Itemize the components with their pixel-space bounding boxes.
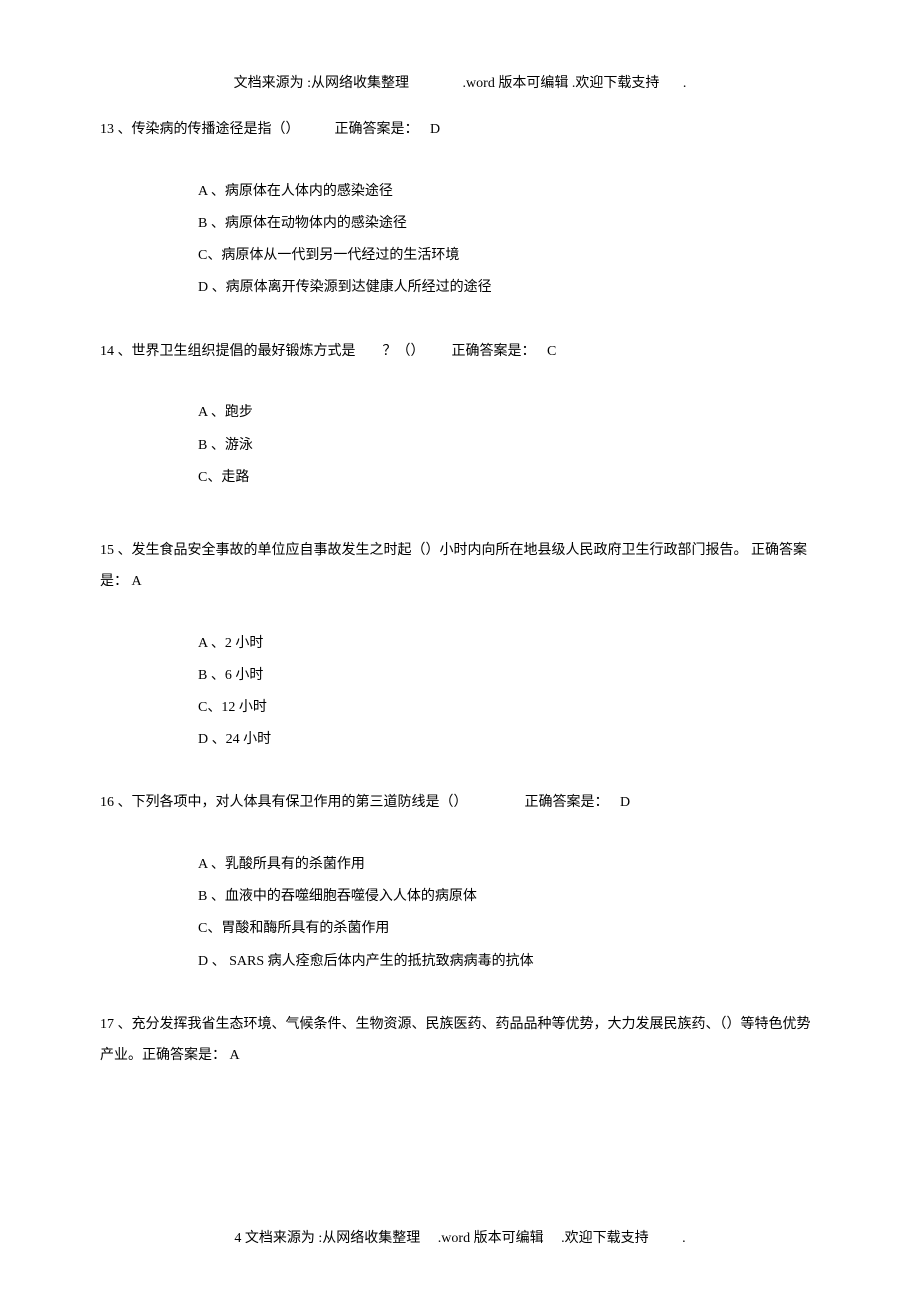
option-b: B 、血液中的吞噬细胞吞噬侵入人体的病原体 — [198, 881, 820, 913]
question-text: 16 、下列各项中，对人体具有保卫作用的第三道防线是（） 正确答案是： D — [100, 788, 820, 819]
footer-source: 文档来源为 :从网络收集整理 — [245, 1231, 420, 1246]
header-source: 文档来源为 :从网络收集整理 — [234, 72, 409, 92]
option-c: C、胃酸和酶所具有的杀菌作用 — [198, 913, 820, 945]
question-number: 16 — [100, 795, 114, 810]
document-content: 13 、传染病的传播途径是指（） 正确答案是： D A 、病原体在人体内的感染途… — [100, 115, 820, 1071]
question-number: 13 — [100, 122, 114, 137]
footer-download: .欢迎下载支持 — [561, 1231, 649, 1246]
options-list: A 、跑步 B 、游泳 C、走路 — [100, 397, 820, 494]
header-word-note: .word 版本可编辑 .欢迎下载支持 — [463, 72, 660, 92]
header-dot: . — [683, 76, 687, 91]
question-body: 、传染病的传播途径是指（） — [118, 122, 300, 137]
answer-label: 正确答案是： — [335, 122, 419, 137]
question-15: 15 、发生食品安全事故的单位应自事故发生之时起（）小时内向所在地县级人民政府卫… — [100, 536, 820, 756]
answer-value: A — [230, 1048, 240, 1063]
question-text: 15 、发生食品安全事故的单位应自事故发生之时起（）小时内向所在地县级人民政府卫… — [100, 536, 820, 598]
question-body: 、下列各项中，对人体具有保卫作用的第三道防线是（） — [118, 795, 468, 810]
option-c: C、12 小时 — [198, 692, 820, 724]
question-text: 13 、传染病的传播途径是指（） 正确答案是： D — [100, 115, 820, 146]
answer-value: A — [132, 574, 142, 589]
option-a: A 、跑步 — [198, 397, 820, 429]
footer-word-note: .word 版本可编辑 — [438, 1231, 544, 1246]
question-number: 14 — [100, 344, 114, 359]
option-c: C、走路 — [198, 462, 820, 494]
document-header: 文档来源为 :从网络收集整理 .word 版本可编辑 .欢迎下载支持 . — [0, 72, 920, 92]
options-list: A 、乳酸所具有的杀菌作用 B 、血液中的吞噬细胞吞噬侵入人体的病原体 C、胃酸… — [100, 849, 820, 978]
option-d: D 、 SARS 病人痊愈后体内产生的抵抗致病病毒的抗体 — [198, 946, 820, 978]
question-body: 、世界卫生组织提倡的最好锻炼方式是 — [118, 344, 356, 359]
question-number: 15 — [100, 543, 114, 558]
option-d: D 、24 小时 — [198, 724, 820, 756]
document-footer: 4 文档来源为 :从网络收集整理 .word 版本可编辑 .欢迎下载支持 . — [0, 1227, 920, 1247]
question-16: 16 、下列各项中，对人体具有保卫作用的第三道防线是（） 正确答案是： D A … — [100, 788, 820, 978]
page-number: 4 — [234, 1231, 241, 1246]
option-b: B 、病原体在动物体内的感染途径 — [198, 208, 820, 240]
footer-dot: . — [682, 1231, 686, 1246]
option-d: D 、病原体离开传染源到达健康人所经过的途径 — [198, 272, 820, 304]
options-list: A 、病原体在人体内的感染途径 B 、病原体在动物体内的感染途径 C、病原体从一… — [100, 176, 820, 305]
answer-value: D — [430, 122, 440, 137]
answer-label: 正确答案是： — [525, 795, 609, 810]
question-text: 14 、世界卫生组织提倡的最好锻炼方式是 ？（） 正确答案是： C — [100, 337, 820, 368]
option-a: A 、病原体在人体内的感染途径 — [198, 176, 820, 208]
question-body-2: ？（） — [383, 344, 425, 359]
question-14: 14 、世界卫生组织提倡的最好锻炼方式是 ？（） 正确答案是： C A 、跑步 … — [100, 337, 820, 494]
option-a: A 、2 小时 — [198, 628, 820, 660]
option-b: B 、游泳 — [198, 430, 820, 462]
option-a: A 、乳酸所具有的杀菌作用 — [198, 849, 820, 881]
question-body: 、发生食品安全事故的单位应自事故发生之时起（）小时内向所在地县级人民政府卫生行政… — [118, 543, 748, 558]
question-number: 17 — [100, 1017, 114, 1032]
answer-value: C — [547, 344, 556, 359]
question-body: 、充分发挥我省生态环境、气候条件、生物资源、民族医药、药品品种等优势，大力发展民… — [100, 1017, 811, 1063]
question-17: 17 、充分发挥我省生态环境、气候条件、生物资源、民族医药、药品品种等优势，大力… — [100, 1010, 820, 1072]
question-text: 17 、充分发挥我省生态环境、气候条件、生物资源、民族医药、药品品种等优势，大力… — [100, 1010, 820, 1072]
question-13: 13 、传染病的传播途径是指（） 正确答案是： D A 、病原体在人体内的感染途… — [100, 115, 820, 305]
answer-value: D — [620, 795, 630, 810]
answer-label: 正确答案是： — [452, 344, 536, 359]
option-b: B 、6 小时 — [198, 660, 820, 692]
options-list: A 、2 小时 B 、6 小时 C、12 小时 D 、24 小时 — [100, 628, 820, 757]
option-c: C、病原体从一代到另一代经过的生活环境 — [198, 240, 820, 272]
